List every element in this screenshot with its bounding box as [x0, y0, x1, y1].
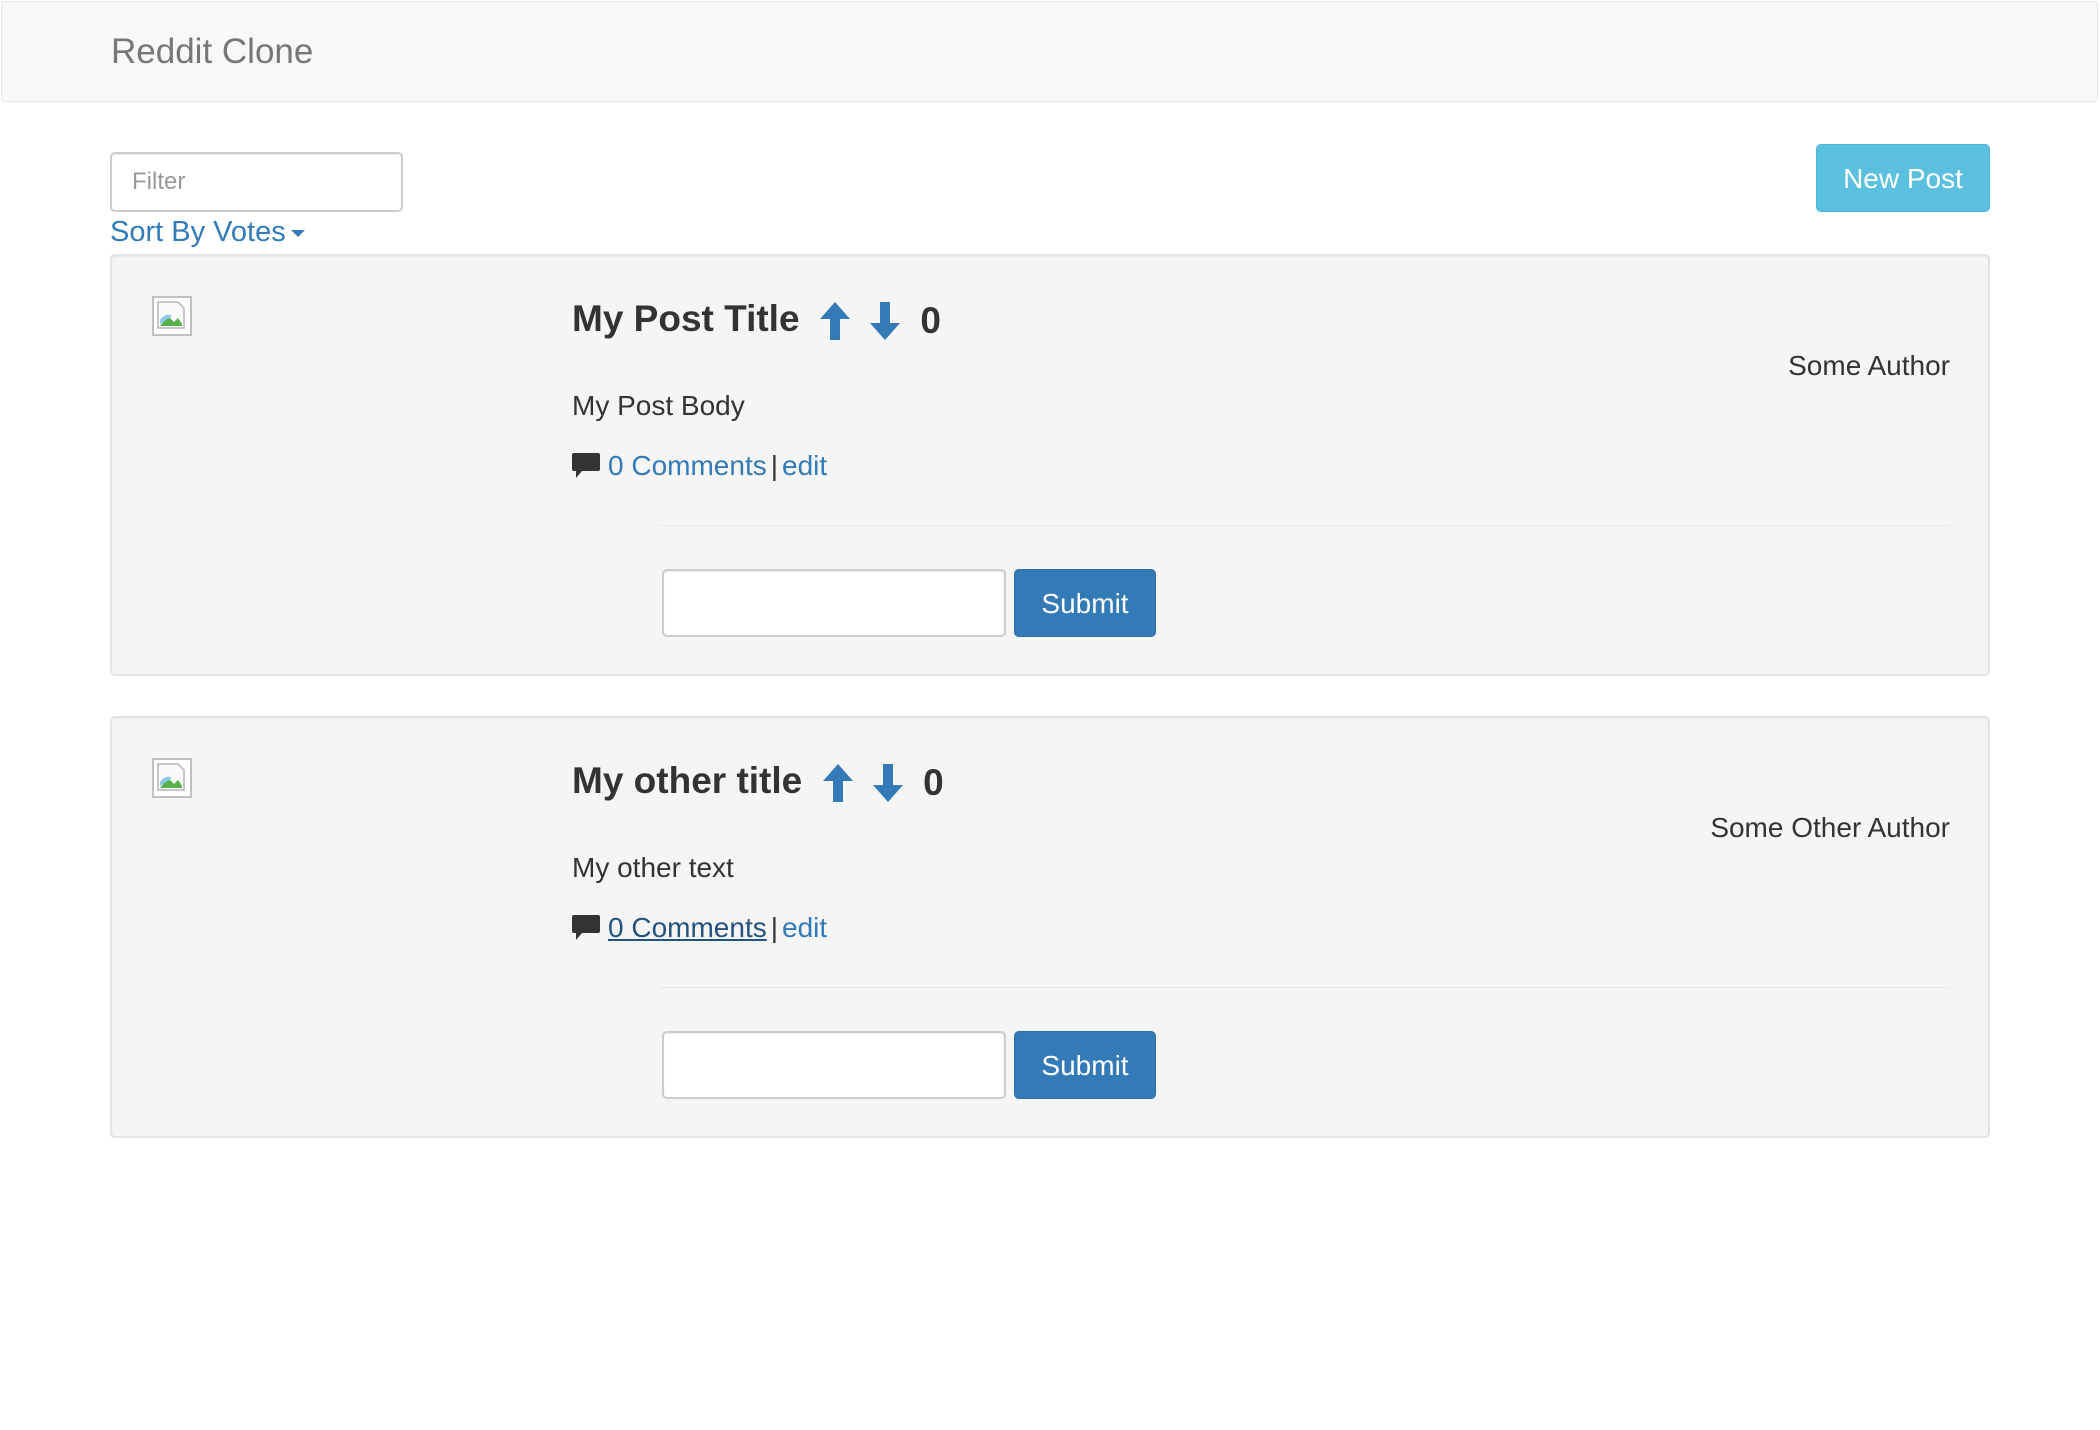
- broken-image-icon: [152, 758, 192, 798]
- submit-comment-button[interactable]: Submit: [1014, 1031, 1156, 1099]
- post-meta: 0 Comments | edit: [572, 910, 827, 946]
- comment-bubble-icon: [572, 914, 600, 941]
- submit-comment-button[interactable]: Submit: [1014, 569, 1156, 637]
- edit-link[interactable]: edit: [782, 912, 827, 943]
- post-card: My Post Title 0 Some Author My Post Body…: [110, 254, 1990, 676]
- post-title-row: My Post Title 0: [572, 294, 941, 346]
- new-post-button[interactable]: New Post: [1816, 144, 1990, 212]
- arrow-down-icon[interactable]: [870, 302, 901, 341]
- divider: [660, 987, 1950, 988]
- meta-separator: |: [770, 912, 778, 943]
- sort-dropdown-toggle[interactable]: Sort By Votes: [110, 214, 305, 250]
- comment-input[interactable]: [662, 1031, 1006, 1099]
- post-author: Some Other Author: [1710, 812, 1950, 843]
- divider: [660, 525, 1950, 526]
- post-body: My other text: [572, 852, 734, 883]
- edit-link[interactable]: edit: [782, 450, 827, 481]
- brand-link[interactable]: Reddit Clone: [111, 31, 313, 73]
- broken-image-icon: [152, 296, 192, 336]
- post-author: Some Author: [1788, 350, 1950, 381]
- post-title-row: My other title 0: [572, 756, 944, 808]
- comments-link[interactable]: 0 Comments: [608, 912, 767, 943]
- sort-label: Sort By Votes: [110, 216, 286, 248]
- post-meta: 0 Comments | edit: [572, 448, 827, 484]
- post-card: My other title 0 Some Other Author My ot…: [110, 716, 1990, 1138]
- arrow-down-icon[interactable]: [872, 764, 903, 803]
- navbar: Reddit Clone: [1, 1, 2098, 102]
- comment-input[interactable]: [662, 569, 1006, 637]
- comments-link[interactable]: 0 Comments: [608, 450, 767, 481]
- post-title: My other title: [572, 760, 803, 801]
- vote-count: 0: [920, 300, 941, 342]
- vote-count: 0: [923, 762, 944, 804]
- meta-separator: |: [770, 450, 778, 481]
- arrow-up-icon[interactable]: [822, 764, 853, 803]
- post-body: My Post Body: [572, 390, 745, 421]
- arrow-up-icon[interactable]: [819, 302, 850, 341]
- filter-input[interactable]: [110, 152, 403, 212]
- comment-bubble-icon: [572, 452, 600, 479]
- caret-down-icon: [290, 229, 305, 237]
- post-title: My Post Title: [572, 298, 800, 339]
